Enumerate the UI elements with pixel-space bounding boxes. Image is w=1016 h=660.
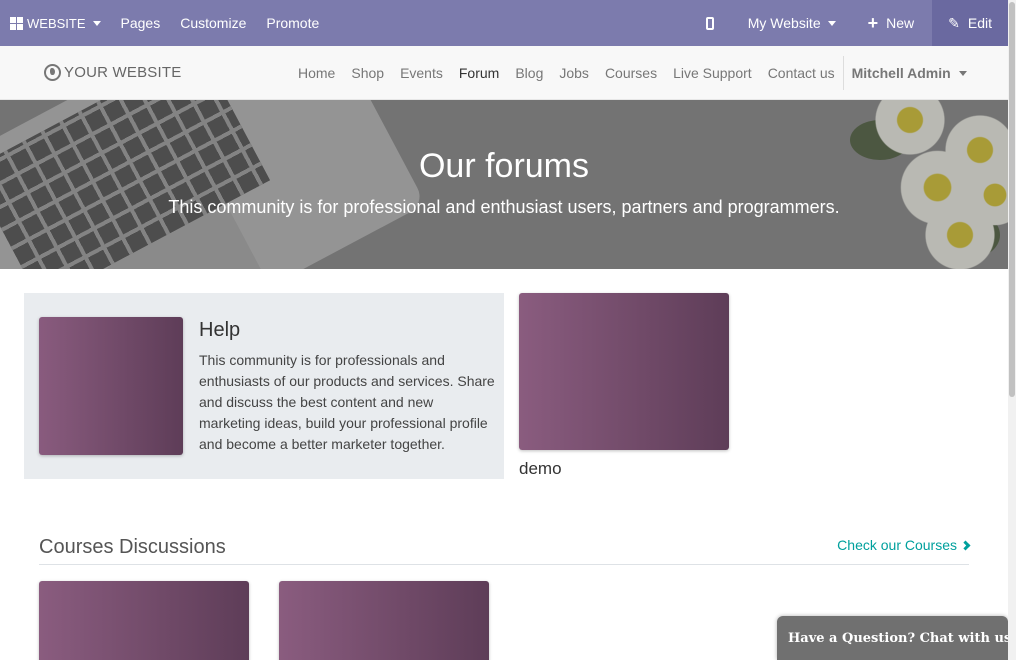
menu-pages[interactable]: Pages xyxy=(111,0,171,46)
apps-menu-button[interactable]: WEBSITE xyxy=(0,0,111,46)
courses-discussions-header: Courses Discussions Check our Courses xyxy=(39,536,971,565)
forum-title[interactable]: Help xyxy=(199,319,240,342)
nav-home[interactable]: Home xyxy=(290,65,343,81)
user-menu[interactable]: Mitchell Admin xyxy=(844,65,975,81)
pencil-icon: ✎ xyxy=(948,14,960,31)
chevron-down-icon xyxy=(827,20,836,26)
menu-customize[interactable]: Customize xyxy=(170,0,256,46)
nav-live-support[interactable]: Live Support xyxy=(665,65,760,81)
scrollbar-thumb[interactable] xyxy=(1009,2,1015,397)
globe-icon xyxy=(44,64,61,81)
forum-card-help[interactable]: Help This community is for professionals… xyxy=(24,293,504,479)
check-courses-label: Check our Courses xyxy=(837,537,957,553)
forum-thumbnail[interactable] xyxy=(39,317,183,455)
check-courses-link[interactable]: Check our Courses xyxy=(837,537,971,553)
edit-button[interactable]: ✎ Edit xyxy=(932,0,1008,46)
site-logo-text: YOUR WEBSITE xyxy=(64,64,182,81)
chevron-down-icon xyxy=(92,20,101,26)
nav-shop[interactable]: Shop xyxy=(343,65,392,81)
forum-card-demo[interactable]: demo xyxy=(519,293,729,483)
page-scrollbar[interactable] xyxy=(1008,0,1016,660)
plus-icon: + xyxy=(867,13,879,33)
nav-blog[interactable]: Blog xyxy=(507,65,551,81)
page-subtitle: This community is for professional and e… xyxy=(168,197,840,217)
edit-label: Edit xyxy=(967,15,992,31)
chevron-right-icon xyxy=(960,540,971,550)
forum-description: This community is for professionals and … xyxy=(199,352,495,452)
new-content-button[interactable]: + New xyxy=(858,0,925,46)
chevron-down-icon xyxy=(958,70,967,76)
livechat-button[interactable]: Have a Question? Chat with us. xyxy=(777,616,1008,660)
user-name: Mitchell Admin xyxy=(851,65,951,81)
forum-thumbnail[interactable] xyxy=(519,293,729,450)
site-logo[interactable]: YOUR WEBSITE xyxy=(44,64,181,81)
nav-contact-us[interactable]: Contact us xyxy=(760,65,843,81)
website-switcher-label: My Website xyxy=(747,15,821,31)
main-menu: Home Shop Events Forum Blog Jobs Courses… xyxy=(290,46,975,100)
new-label: New xyxy=(886,15,915,31)
website-switcher[interactable]: My Website xyxy=(738,0,846,46)
section-title: Courses Discussions xyxy=(39,536,226,558)
mobile-phone-icon xyxy=(705,16,714,30)
admin-bar: WEBSITE Pages Customize Promote My Websi… xyxy=(0,0,1008,46)
nav-forum[interactable]: Forum xyxy=(451,65,507,81)
page-title: Our forums xyxy=(418,147,590,185)
nav-courses[interactable]: Courses xyxy=(597,65,665,81)
forum-title[interactable]: demo xyxy=(519,459,562,479)
app-name: WEBSITE xyxy=(27,15,86,31)
website-navbar: YOUR WEBSITE Home Shop Events Forum Blog… xyxy=(0,46,1008,100)
mobile-preview-button[interactable] xyxy=(690,0,738,46)
hero-banner: Our forums This community is for profess… xyxy=(0,100,1008,269)
menu-promote[interactable]: Promote xyxy=(256,0,329,46)
apps-grid-icon xyxy=(10,16,23,30)
course-forum-card[interactable] xyxy=(39,581,249,660)
nav-events[interactable]: Events xyxy=(392,65,451,81)
course-forum-card[interactable] xyxy=(279,581,489,660)
nav-jobs[interactable]: Jobs xyxy=(551,65,597,81)
